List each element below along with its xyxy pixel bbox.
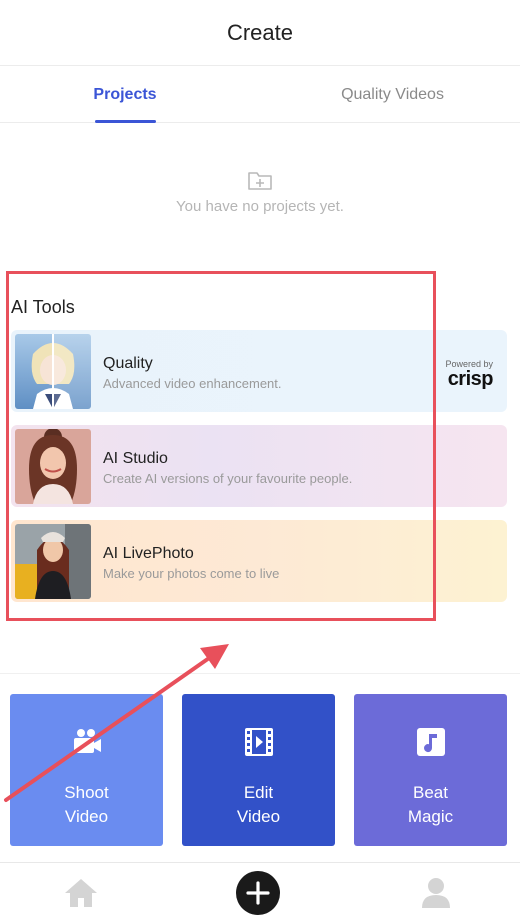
profile-icon: [422, 878, 450, 908]
nav-home-button[interactable]: [59, 871, 103, 915]
shoot-video-label-line2: Video: [64, 807, 109, 826]
film-icon: [245, 728, 273, 756]
ai-tool-studio[interactable]: AI Studio Create AI versions of your fav…: [11, 425, 507, 507]
empty-projects: You have no projects yet.: [0, 170, 520, 215]
shoot-video-label-line1: Shoot: [64, 783, 109, 802]
ai-tool-livephoto[interactable]: AI LivePhoto Make your photos come to li…: [11, 520, 507, 602]
beat-magic-button[interactable]: Beat Magic: [354, 694, 507, 846]
ai-studio-thumbnail: [15, 429, 91, 504]
active-tab-indicator: [95, 120, 156, 123]
nav-profile-button[interactable]: [414, 871, 458, 915]
tab-bar: Projects Quality Videos: [0, 66, 520, 123]
ai-tools-title: AI Tools: [11, 297, 75, 317]
music-note-icon: [417, 728, 445, 756]
ai-tool-quality-name: Quality: [103, 355, 153, 372]
ai-livephoto-thumbnail: [15, 524, 91, 599]
edit-video-label-line2: Video: [236, 807, 281, 826]
crisp-badge: Powered by crisp: [445, 360, 494, 390]
ai-tool-studio-name: AI Studio: [103, 450, 168, 467]
tab-quality-videos[interactable]: Quality Videos: [315, 66, 470, 123]
tab-projects-label: Projects: [93, 85, 157, 103]
ai-tool-studio-desc: Create AI versions of your favourite peo…: [103, 471, 353, 486]
tab-projects[interactable]: Projects: [60, 66, 190, 123]
plus-circle-icon: [236, 871, 280, 915]
crisp-logo: crisp: [447, 368, 494, 390]
ai-tool-quality[interactable]: Quality Advanced video enhancement. Powe…: [11, 330, 507, 412]
edit-video-button[interactable]: Edit Video: [182, 694, 335, 846]
quality-thumbnail: [15, 334, 91, 409]
edit-video-label-line1: Edit: [243, 783, 274, 802]
video-camera-icon: [74, 729, 101, 753]
empty-projects-text: You have no projects yet.: [176, 198, 344, 215]
edit-video-label: Edit Video: [182, 781, 335, 829]
ai-tool-quality-desc: Advanced video enhancement.: [103, 376, 282, 391]
beat-magic-label: Beat Magic: [354, 781, 507, 829]
bottom-navigation: [0, 862, 520, 918]
nav-create-button[interactable]: [236, 871, 280, 915]
tab-quality-videos-label: Quality Videos: [341, 85, 444, 103]
folder-plus-icon: [248, 172, 272, 190]
beat-magic-label-line1: Beat: [413, 783, 448, 802]
ai-tool-livephoto-name: AI LivePhoto: [103, 545, 194, 562]
page-title: Create: [226, 19, 294, 45]
shoot-video-button[interactable]: Shoot Video: [10, 694, 163, 846]
ai-tool-livephoto-desc: Make your photos come to live: [103, 566, 280, 581]
section-divider: [0, 673, 520, 674]
shoot-video-label: Shoot Video: [10, 781, 163, 829]
home-icon: [65, 879, 97, 907]
app-header: Create: [0, 0, 520, 66]
beat-magic-label-line2: Magic: [407, 807, 454, 826]
